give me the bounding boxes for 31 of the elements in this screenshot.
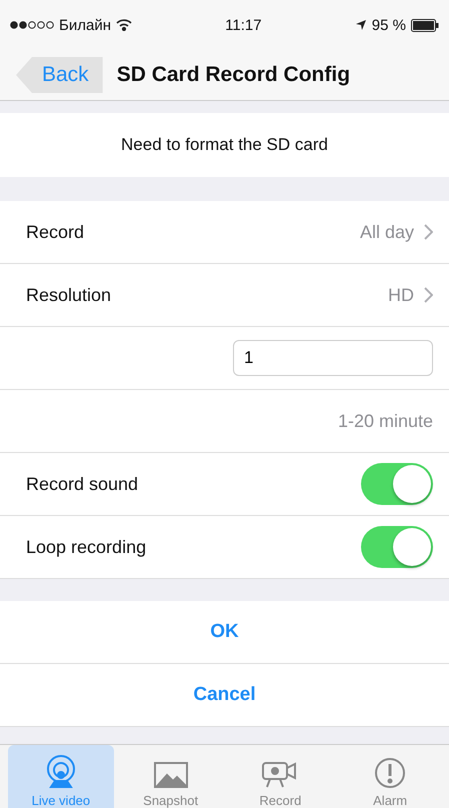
- clock-time: 11:17: [225, 16, 262, 34]
- row-label: Resolution: [26, 284, 112, 306]
- location-arrow-icon: [354, 19, 367, 31]
- format-notice[interactable]: Need to format the SD card: [0, 113, 449, 177]
- range-hint: 1-20 minute: [338, 410, 433, 432]
- carrier-name: Билайн: [59, 16, 111, 34]
- tab-item[interactable]: Record: [228, 745, 334, 808]
- row-label: Loop recording: [26, 536, 146, 558]
- exclamation-circle-icon: [374, 757, 406, 789]
- image-icon: [152, 761, 189, 789]
- webcam-icon: [44, 755, 77, 789]
- row-value: All day: [360, 222, 414, 242]
- toggle-switch[interactable]: [361, 526, 433, 568]
- row-value: HD: [388, 284, 414, 306]
- chevron-icon: [424, 224, 433, 240]
- tab-item[interactable]: Live video: [8, 745, 114, 808]
- tab-item[interactable]: Alarm: [337, 745, 443, 808]
- screen-title: SD Card Record Config: [116, 63, 350, 87]
- battery-percent: 95 %: [372, 16, 406, 34]
- row-label: Record sound: [26, 474, 138, 494]
- battery-icon: [411, 18, 439, 32]
- chevron-icon: [424, 287, 433, 303]
- toggle-switch[interactable]: [361, 463, 433, 505]
- row-label: Record: [26, 222, 84, 242]
- input-field[interactable]: 1: [233, 340, 433, 376]
- settings-row[interactable]: Resolution HD: [0, 264, 449, 327]
- back-button[interactable]: Back: [16, 57, 103, 93]
- tab-item[interactable]: Snapshot: [118, 745, 224, 808]
- settings-row[interactable]: Record All day: [0, 201, 449, 264]
- wifi-icon: [116, 19, 132, 31]
- signal-dots-icon: [10, 21, 54, 29]
